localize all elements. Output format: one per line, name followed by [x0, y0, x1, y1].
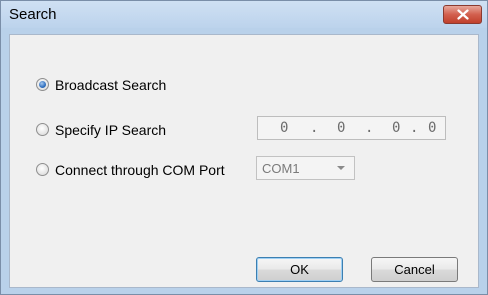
com-port-radio[interactable]	[36, 163, 49, 176]
dialog-body: Broadcast Search Specify IP Search 0 . 0…	[9, 34, 479, 288]
ip-separator-3: .	[410, 120, 419, 136]
window-title: Search	[9, 6, 57, 23]
ip-address-field[interactable]: 0 . 0 . 0 . 0	[257, 116, 446, 140]
broadcast-search-label[interactable]: Broadcast Search	[55, 77, 166, 93]
chevron-down-icon[interactable]	[337, 166, 345, 170]
ip-octet-1[interactable]: 0	[280, 120, 288, 136]
com-port-select[interactable]: COM1	[256, 156, 355, 180]
specify-ip-search-radio[interactable]	[36, 123, 49, 136]
ip-separator-2: .	[365, 120, 374, 136]
ip-octet-4[interactable]: 0	[428, 120, 436, 136]
specify-ip-search-label[interactable]: Specify IP Search	[55, 122, 166, 138]
cancel-button[interactable]: Cancel	[371, 257, 458, 282]
ip-octet-3[interactable]: 0	[392, 120, 400, 136]
com-port-value: COM1	[262, 161, 300, 176]
ip-separator-1: .	[310, 120, 319, 136]
broadcast-search-radio[interactable]	[36, 78, 49, 91]
search-dialog: Search Broadcast Search Specify IP Searc…	[0, 0, 488, 295]
title-bar[interactable]: Search	[1, 1, 487, 28]
com-port-label[interactable]: Connect through COM Port	[55, 162, 225, 178]
close-button[interactable]	[443, 5, 482, 24]
ok-button[interactable]: OK	[256, 257, 343, 282]
ip-octet-2[interactable]: 0	[337, 120, 345, 136]
close-icon	[457, 9, 469, 20]
